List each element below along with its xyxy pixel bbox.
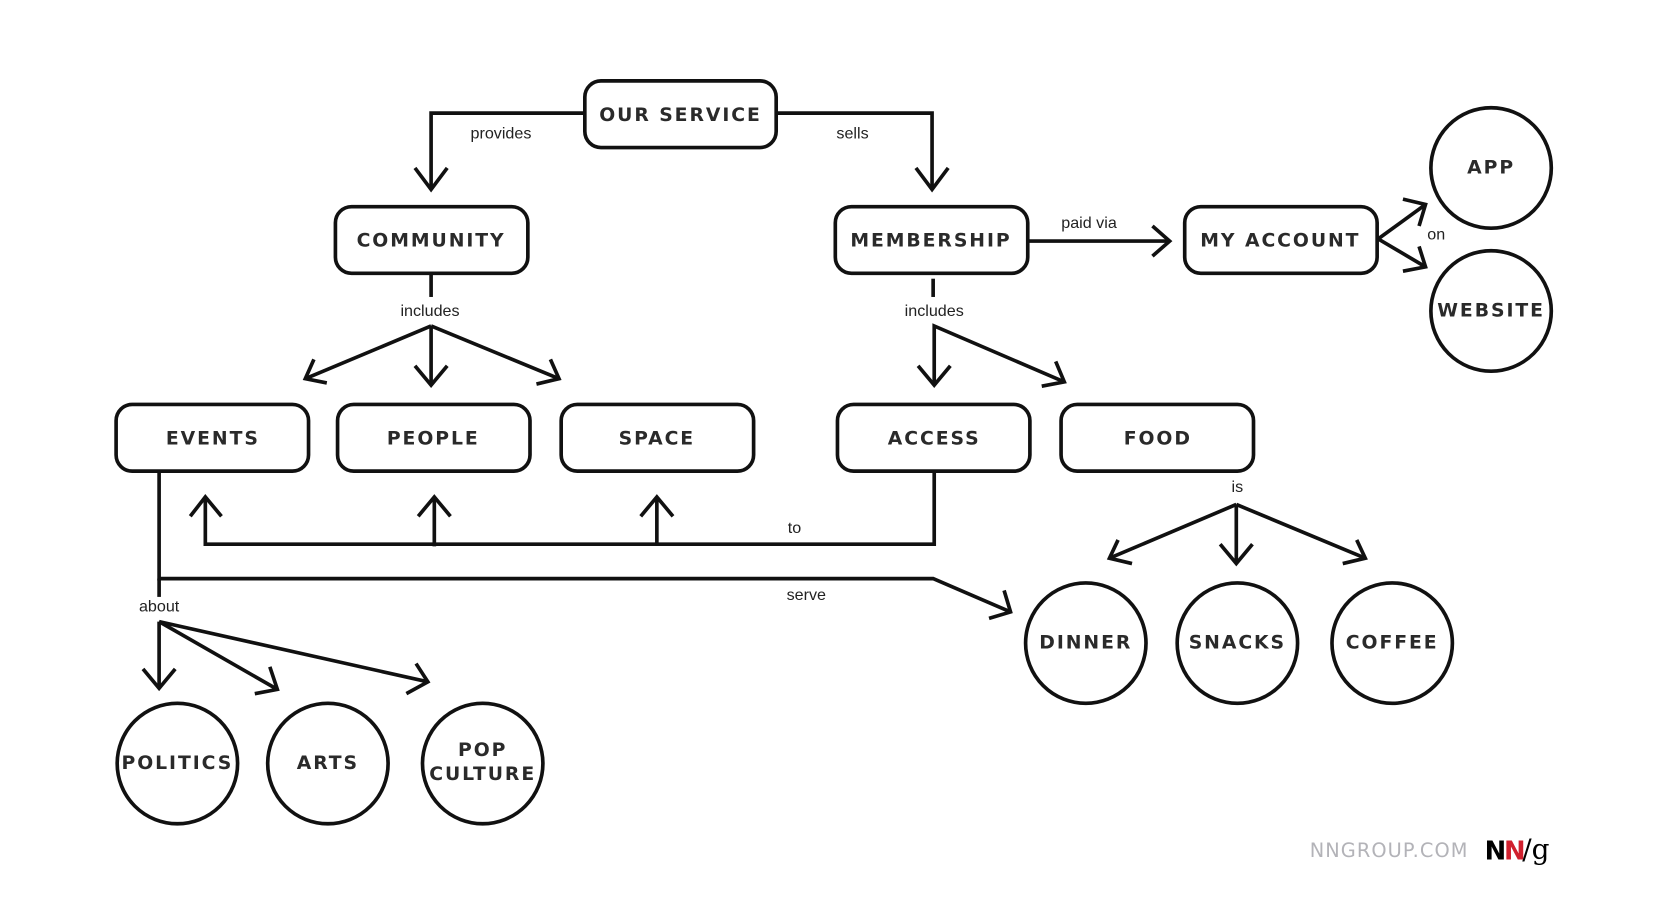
node-access[interactable]: ACCESS (835, 402, 1032, 473)
node-label: PEOPLE (387, 428, 480, 449)
node-app[interactable]: APP (1429, 105, 1554, 230)
logo-slash-g: /g (1522, 833, 1549, 866)
edge-label-sells: sells (836, 125, 868, 143)
node-website[interactable]: WEBSITE (1429, 248, 1554, 373)
node-snacks[interactable]: SNACKS (1175, 581, 1300, 706)
concept-map: provides sells paid via on includes incl… (114, 79, 1554, 867)
edge-label-about: about (139, 598, 180, 616)
node-food[interactable]: FOOD (1059, 402, 1256, 473)
edge-community-space (430, 324, 560, 381)
node-label: SNACKS (1189, 633, 1286, 654)
node-community[interactable]: COMMUNITY (333, 204, 530, 276)
node-coffee[interactable]: COFFEE (1330, 581, 1455, 706)
node-label: APP (1467, 157, 1515, 178)
node-label: SPACE (619, 428, 695, 449)
node-label: MEMBERSHIP (850, 231, 1011, 252)
edge-food-coffee (1235, 502, 1367, 560)
node-events[interactable]: EVENTS (114, 402, 311, 473)
edge-access-to (203, 472, 937, 547)
node-arts[interactable]: ARTS (265, 701, 390, 826)
node-label: ACCESS (888, 428, 981, 449)
node-label: COMMUNITY (357, 231, 506, 252)
footer-site-url[interactable]: NNGROUP.COM (1310, 839, 1469, 862)
node-label: MY ACCOUNT (1200, 231, 1360, 252)
edge-label-provides: provides (471, 125, 532, 143)
edge-label-to: to (788, 519, 801, 537)
edge-about-arts (158, 620, 279, 691)
footer: NNGROUP.COM N N /g (1310, 833, 1550, 867)
edge-label-community-includes: includes (400, 302, 459, 320)
edge-on-website (1377, 237, 1427, 269)
node-dinner[interactable]: DINNER (1023, 581, 1148, 706)
node-label-line-2: CULTURE (429, 764, 536, 785)
node-label: ARTS (297, 753, 359, 774)
edge-label-is: is (1232, 478, 1244, 496)
edge-label-serve: serve (787, 586, 826, 604)
node-label: POLITICS (122, 753, 234, 774)
node-our-service[interactable]: OUR SERVICE (582, 79, 779, 150)
edge-food-dinner (1108, 502, 1238, 560)
node-label: DINNER (1039, 633, 1132, 654)
node-label: WEBSITE (1437, 300, 1545, 321)
edge-events-serve (157, 472, 1012, 614)
node-pop-culture[interactable]: POP CULTURE (420, 701, 545, 826)
node-membership[interactable]: MEMBERSHIP (833, 204, 1030, 276)
node-label: OUR SERVICE (599, 105, 762, 126)
node-label: FOOD (1124, 428, 1192, 449)
edge-community-events (304, 324, 432, 381)
node-space[interactable]: SPACE (559, 402, 756, 473)
edge-on-app (1377, 203, 1427, 241)
edge-about-pop-culture (158, 619, 429, 684)
node-people[interactable]: PEOPLE (335, 402, 532, 473)
edge-label-on: on (1427, 226, 1445, 244)
node-label: COFFEE (1346, 633, 1439, 654)
edge-membership-access (932, 323, 1066, 386)
node-my-account[interactable]: MY ACCOUNT (1182, 204, 1379, 276)
edge-label-paid-via: paid via (1061, 214, 1117, 232)
edge-label-membership-includes: includes (905, 302, 964, 320)
nng-logo[interactable]: N N /g (1485, 833, 1550, 867)
logo-letter-n-black: N (1485, 837, 1507, 867)
node-politics[interactable]: POLITICS (115, 701, 240, 826)
node-label: EVENTS (166, 428, 260, 449)
node-label-line-1: POP (458, 740, 507, 761)
